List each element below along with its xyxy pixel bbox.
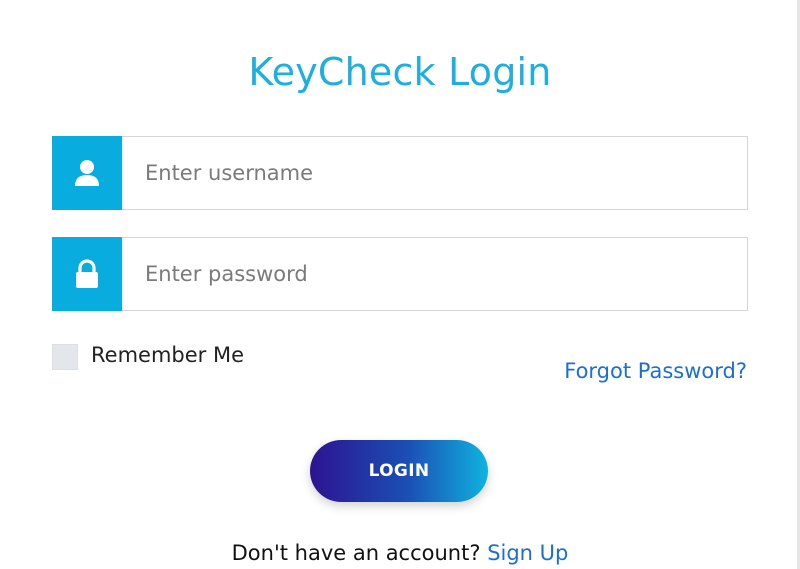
- remember-me-checkbox[interactable]: [52, 344, 78, 370]
- password-field: [52, 237, 748, 311]
- login-page: KeyCheck Login Remember Me Forgot Passwo…: [0, 0, 800, 569]
- login-button[interactable]: LOGIN: [310, 440, 488, 502]
- signup-prompt-line: Don't have an account? Sign Up: [0, 541, 800, 565]
- username-field: [52, 136, 748, 210]
- signup-link[interactable]: Sign Up: [487, 541, 568, 565]
- page-title: KeyCheck Login: [248, 50, 552, 94]
- password-input[interactable]: [123, 238, 747, 310]
- username-input[interactable]: [123, 137, 747, 209]
- user-icon: [52, 136, 122, 210]
- lock-icon: [52, 237, 122, 311]
- signup-prompt-text: Don't have an account?: [231, 541, 481, 565]
- remember-me-label[interactable]: Remember Me: [91, 343, 244, 367]
- forgot-password-link[interactable]: Forgot Password?: [564, 359, 747, 383]
